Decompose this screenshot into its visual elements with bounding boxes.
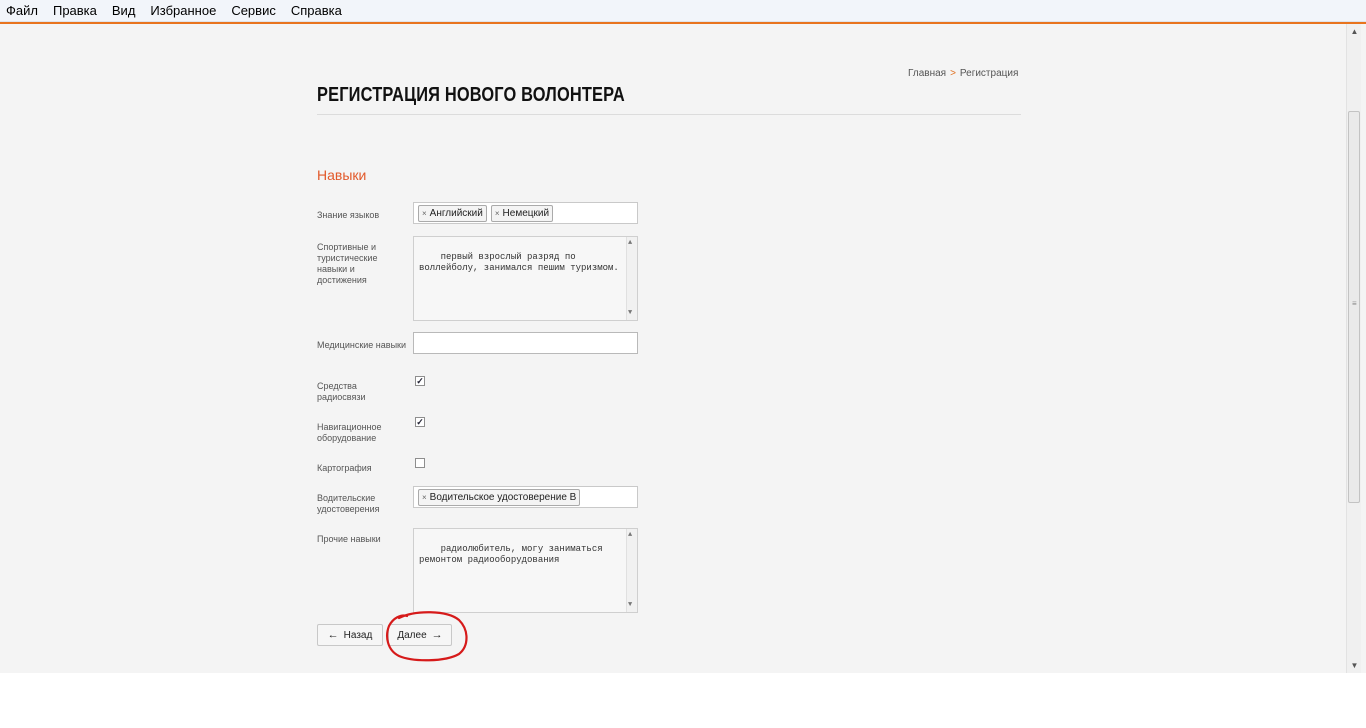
page-title: РЕГИСТРАЦИЯ НОВОГО ВОЛОНТЕРА: [317, 84, 625, 106]
scroll-down-icon[interactable]: ▼: [1347, 658, 1362, 673]
title-divider: [317, 114, 1021, 115]
menu-bar: Файл Правка Вид Избранное Сервис Справка: [0, 0, 1366, 22]
scroll-up-icon[interactable]: ▲: [1347, 24, 1362, 39]
tag-remove-icon[interactable]: ×: [422, 209, 427, 218]
grip-icon: ≡: [1352, 299, 1357, 308]
menu-help[interactable]: Справка: [291, 3, 342, 18]
language-tag: × Английский: [418, 204, 487, 222]
breadcrumb-current: Регистрация: [959, 68, 1019, 79]
tag-remove-icon[interactable]: ×: [495, 209, 500, 218]
breadcrumb-separator-icon: >: [950, 68, 956, 79]
scroll-up-icon[interactable]: ▲: [628, 530, 632, 541]
section-title: Навыки: [317, 167, 367, 183]
page-scrollbar[interactable]: ▲ ≡ ▼: [1346, 24, 1361, 673]
breadcrumb: Главная > Регистрация: [908, 68, 1018, 79]
medical-input[interactable]: [413, 332, 638, 354]
page-viewport: РЕГИСТРАЦИЯ НОВОГО ВОЛОНТЕРА Главная > Рег…: [0, 22, 1366, 673]
menu-edit[interactable]: Правка: [53, 3, 97, 18]
scroll-down-icon[interactable]: ▼: [628, 308, 632, 319]
menu-tools[interactable]: Сервис: [231, 3, 276, 18]
other-label: Прочие навыки: [317, 534, 381, 544]
sports-text: первый взрослый разряд по воллейболу, за…: [419, 252, 619, 273]
scrollbar-thumb[interactable]: ≡: [1348, 111, 1360, 503]
textarea-scrollbar[interactable]: ▲ ▼: [626, 529, 637, 612]
breadcrumb-home-link[interactable]: Главная: [908, 68, 946, 79]
menu-favorites[interactable]: Избранное: [150, 3, 216, 18]
drivers-label: Водительские удостоверения: [317, 493, 380, 514]
scroll-down-icon[interactable]: ▼: [628, 600, 632, 611]
arrow-left-icon: ←: [327, 629, 339, 641]
scroll-up-icon[interactable]: ▲: [628, 238, 632, 249]
languages-label: Знание языков: [317, 210, 380, 220]
radio-checkbox[interactable]: ✓: [415, 376, 425, 386]
tag-remove-icon[interactable]: ×: [422, 493, 427, 502]
other-textarea[interactable]: радиолюбитель, могу заниматься ремонтом …: [413, 528, 638, 613]
back-button[interactable]: ← Назад: [317, 624, 383, 646]
language-tag: × Немецкий: [490, 204, 554, 222]
menu-view[interactable]: Вид: [112, 3, 136, 18]
red-circle-annotation: [386, 611, 468, 662]
textarea-scrollbar[interactable]: ▲ ▼: [626, 237, 637, 320]
license-tag: × Водительское удостоверение B: [418, 488, 581, 506]
navigation-label: Навигационное оборудование: [317, 422, 382, 443]
languages-tag-input[interactable]: × Английский × Немецкий: [413, 202, 638, 224]
cartography-checkbox[interactable]: [415, 458, 425, 468]
check-icon: ✓: [416, 417, 424, 427]
other-text: радиолюбитель, могу заниматься ремонтом …: [419, 544, 609, 565]
cartography-label: Картография: [317, 463, 372, 473]
check-icon: ✓: [416, 376, 424, 386]
menu-file[interactable]: Файл: [6, 3, 38, 18]
sports-textarea[interactable]: первый взрослый разряд по воллейболу, за…: [413, 236, 638, 321]
sports-label: Спортивные и туристические навыки и дост…: [317, 242, 378, 285]
medical-label: Медицинские навыки: [317, 340, 406, 350]
status-area: [0, 673, 1366, 728]
navigation-checkbox[interactable]: ✓: [415, 417, 425, 427]
drivers-tag-input[interactable]: × Водительское удостоверение B: [413, 486, 638, 508]
radio-label: Средства радиосвязи: [317, 381, 366, 402]
